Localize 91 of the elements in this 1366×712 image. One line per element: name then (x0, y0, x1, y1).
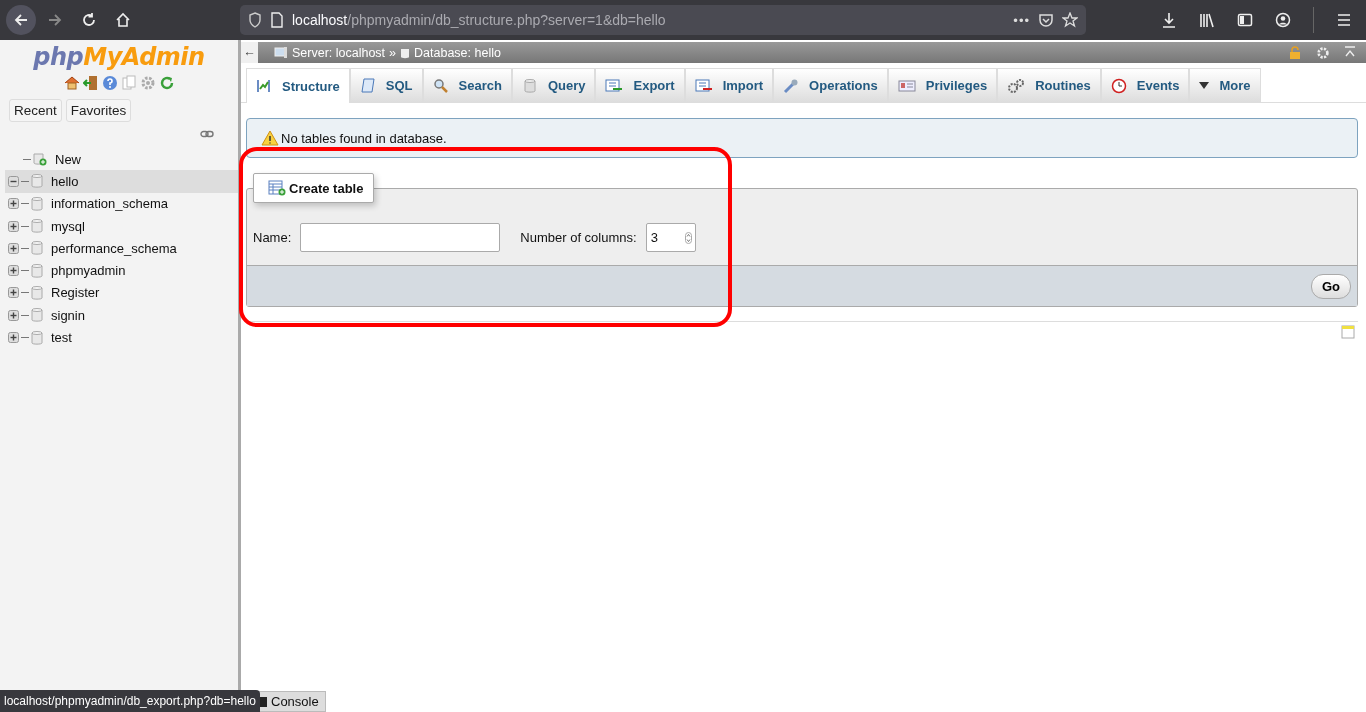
nav-tab[interactable]: More (1189, 68, 1261, 102)
expand-icon[interactable] (8, 287, 19, 299)
pocket-icon[interactable] (1038, 12, 1054, 28)
id-card-icon (897, 78, 916, 93)
page-icon (270, 12, 284, 28)
nav-tab[interactable]: Search (422, 68, 512, 102)
create-table-legend: Create table (253, 173, 375, 203)
database-tree-item[interactable]: performance_schema (0, 237, 238, 260)
nav-tab[interactable]: Export (595, 68, 685, 102)
back-button[interactable] (6, 5, 36, 35)
collapse-sidebar-button[interactable]: ← (241, 42, 258, 63)
database-icon (31, 219, 43, 234)
forward-icon (47, 12, 63, 28)
database-tree-item[interactable]: New (0, 148, 238, 171)
scroll-icon (359, 77, 376, 94)
nav-tab[interactable]: Routines (997, 68, 1101, 102)
spinner-icon[interactable] (684, 231, 692, 244)
database-icon (31, 196, 43, 211)
field-label: Name: (253, 230, 292, 245)
database-icon (31, 285, 43, 300)
home-icon (115, 12, 131, 28)
database-tree-item[interactable]: Register (0, 281, 238, 305)
collapse-icon[interactable] (8, 175, 19, 187)
wrench-icon (783, 77, 800, 94)
database-tree-item[interactable]: mysql (0, 214, 238, 238)
url-text: localhost/phpmyadmin/db_structure.php?server=1&db=hello (292, 12, 667, 28)
expand-icon[interactable] (8, 198, 19, 210)
export-icon (605, 77, 624, 94)
address-bar[interactable]: localhost/phpmyadmin/db_structure.php?server=1&db=hello ••• (240, 5, 1086, 35)
database-tree-item[interactable]: signin (0, 304, 238, 327)
database-icon (31, 174, 43, 189)
caret-icon (1199, 81, 1210, 90)
expand-icon[interactable] (8, 265, 19, 277)
help-icon[interactable] (101, 75, 118, 91)
field-label: Number of columns: (520, 230, 637, 245)
expand-icon[interactable] (8, 220, 19, 232)
new-table-icon (268, 180, 286, 196)
database-tree-item[interactable]: phpmyadmin (0, 259, 238, 282)
page-actions-button[interactable]: ••• (1013, 12, 1030, 28)
nav-tab[interactable]: Events (1100, 68, 1190, 102)
server-link[interactable]: Server: localhost (292, 45, 386, 60)
database-icon (31, 241, 43, 256)
shield-icon (248, 12, 262, 28)
go-button[interactable]: Go (1310, 273, 1351, 299)
nav-tab[interactable]: Query (511, 68, 596, 102)
database-icon (31, 263, 43, 278)
sidebar-tab-button[interactable]: Recent (9, 99, 62, 122)
gears-icon (1007, 77, 1026, 94)
expand-icon[interactable] (8, 242, 19, 254)
database-tree-item[interactable]: test (0, 326, 238, 349)
nav-tab[interactable]: SQL (349, 68, 423, 102)
database-icon (400, 46, 411, 59)
menu-icon[interactable] (1336, 12, 1352, 28)
clock-icon (1110, 77, 1127, 94)
new-database-icon (33, 152, 47, 167)
server-icon (274, 46, 288, 59)
database-icon (31, 330, 43, 345)
download-icon[interactable] (1161, 12, 1177, 28)
account-icon[interactable] (1275, 12, 1291, 28)
import-icon (694, 77, 713, 94)
nav-tab[interactable]: Privileges (887, 68, 998, 102)
columns-number-input[interactable]: 3 (645, 223, 696, 252)
library-icon[interactable] (1199, 12, 1215, 28)
star-icon[interactable] (1062, 12, 1078, 28)
reload-icon (81, 12, 97, 28)
chart-icon (256, 78, 272, 94)
database-tree-item[interactable]: information_schema (0, 192, 238, 215)
warning-icon (261, 130, 279, 146)
database-icon (31, 308, 43, 323)
nav-tab[interactable]: Import (684, 68, 774, 102)
nav-tab[interactable]: Operations (773, 68, 888, 102)
database-tree-item[interactable]: hello (5, 170, 238, 193)
link-icon[interactable] (200, 130, 214, 138)
nav-tab[interactable]: Structure (246, 68, 350, 103)
home-icon[interactable] (63, 75, 80, 91)
sidebar-tab-button[interactable]: Favorites (65, 99, 132, 122)
table-name-input[interactable] (300, 223, 501, 252)
link-status-bar: localhost/phpmyadmin/db_export.php?db=hello (0, 690, 260, 712)
search-icon (432, 77, 449, 94)
database-link[interactable]: Database: hello (414, 45, 501, 60)
breadcrumb-separator: » (389, 45, 397, 60)
refresh-icon[interactable] (158, 75, 175, 91)
door-icon[interactable] (82, 75, 99, 91)
database-icon (521, 77, 538, 94)
warning-message: No tables found in database. (246, 118, 1358, 158)
sidebar-icon[interactable] (1237, 12, 1253, 28)
settings-icon[interactable] (1316, 45, 1330, 60)
expand-icon[interactable] (8, 332, 19, 343)
back-icon (13, 12, 29, 28)
expand-icon[interactable] (8, 309, 19, 321)
app-logo[interactable]: phpMyAdmin (0, 40, 238, 71)
